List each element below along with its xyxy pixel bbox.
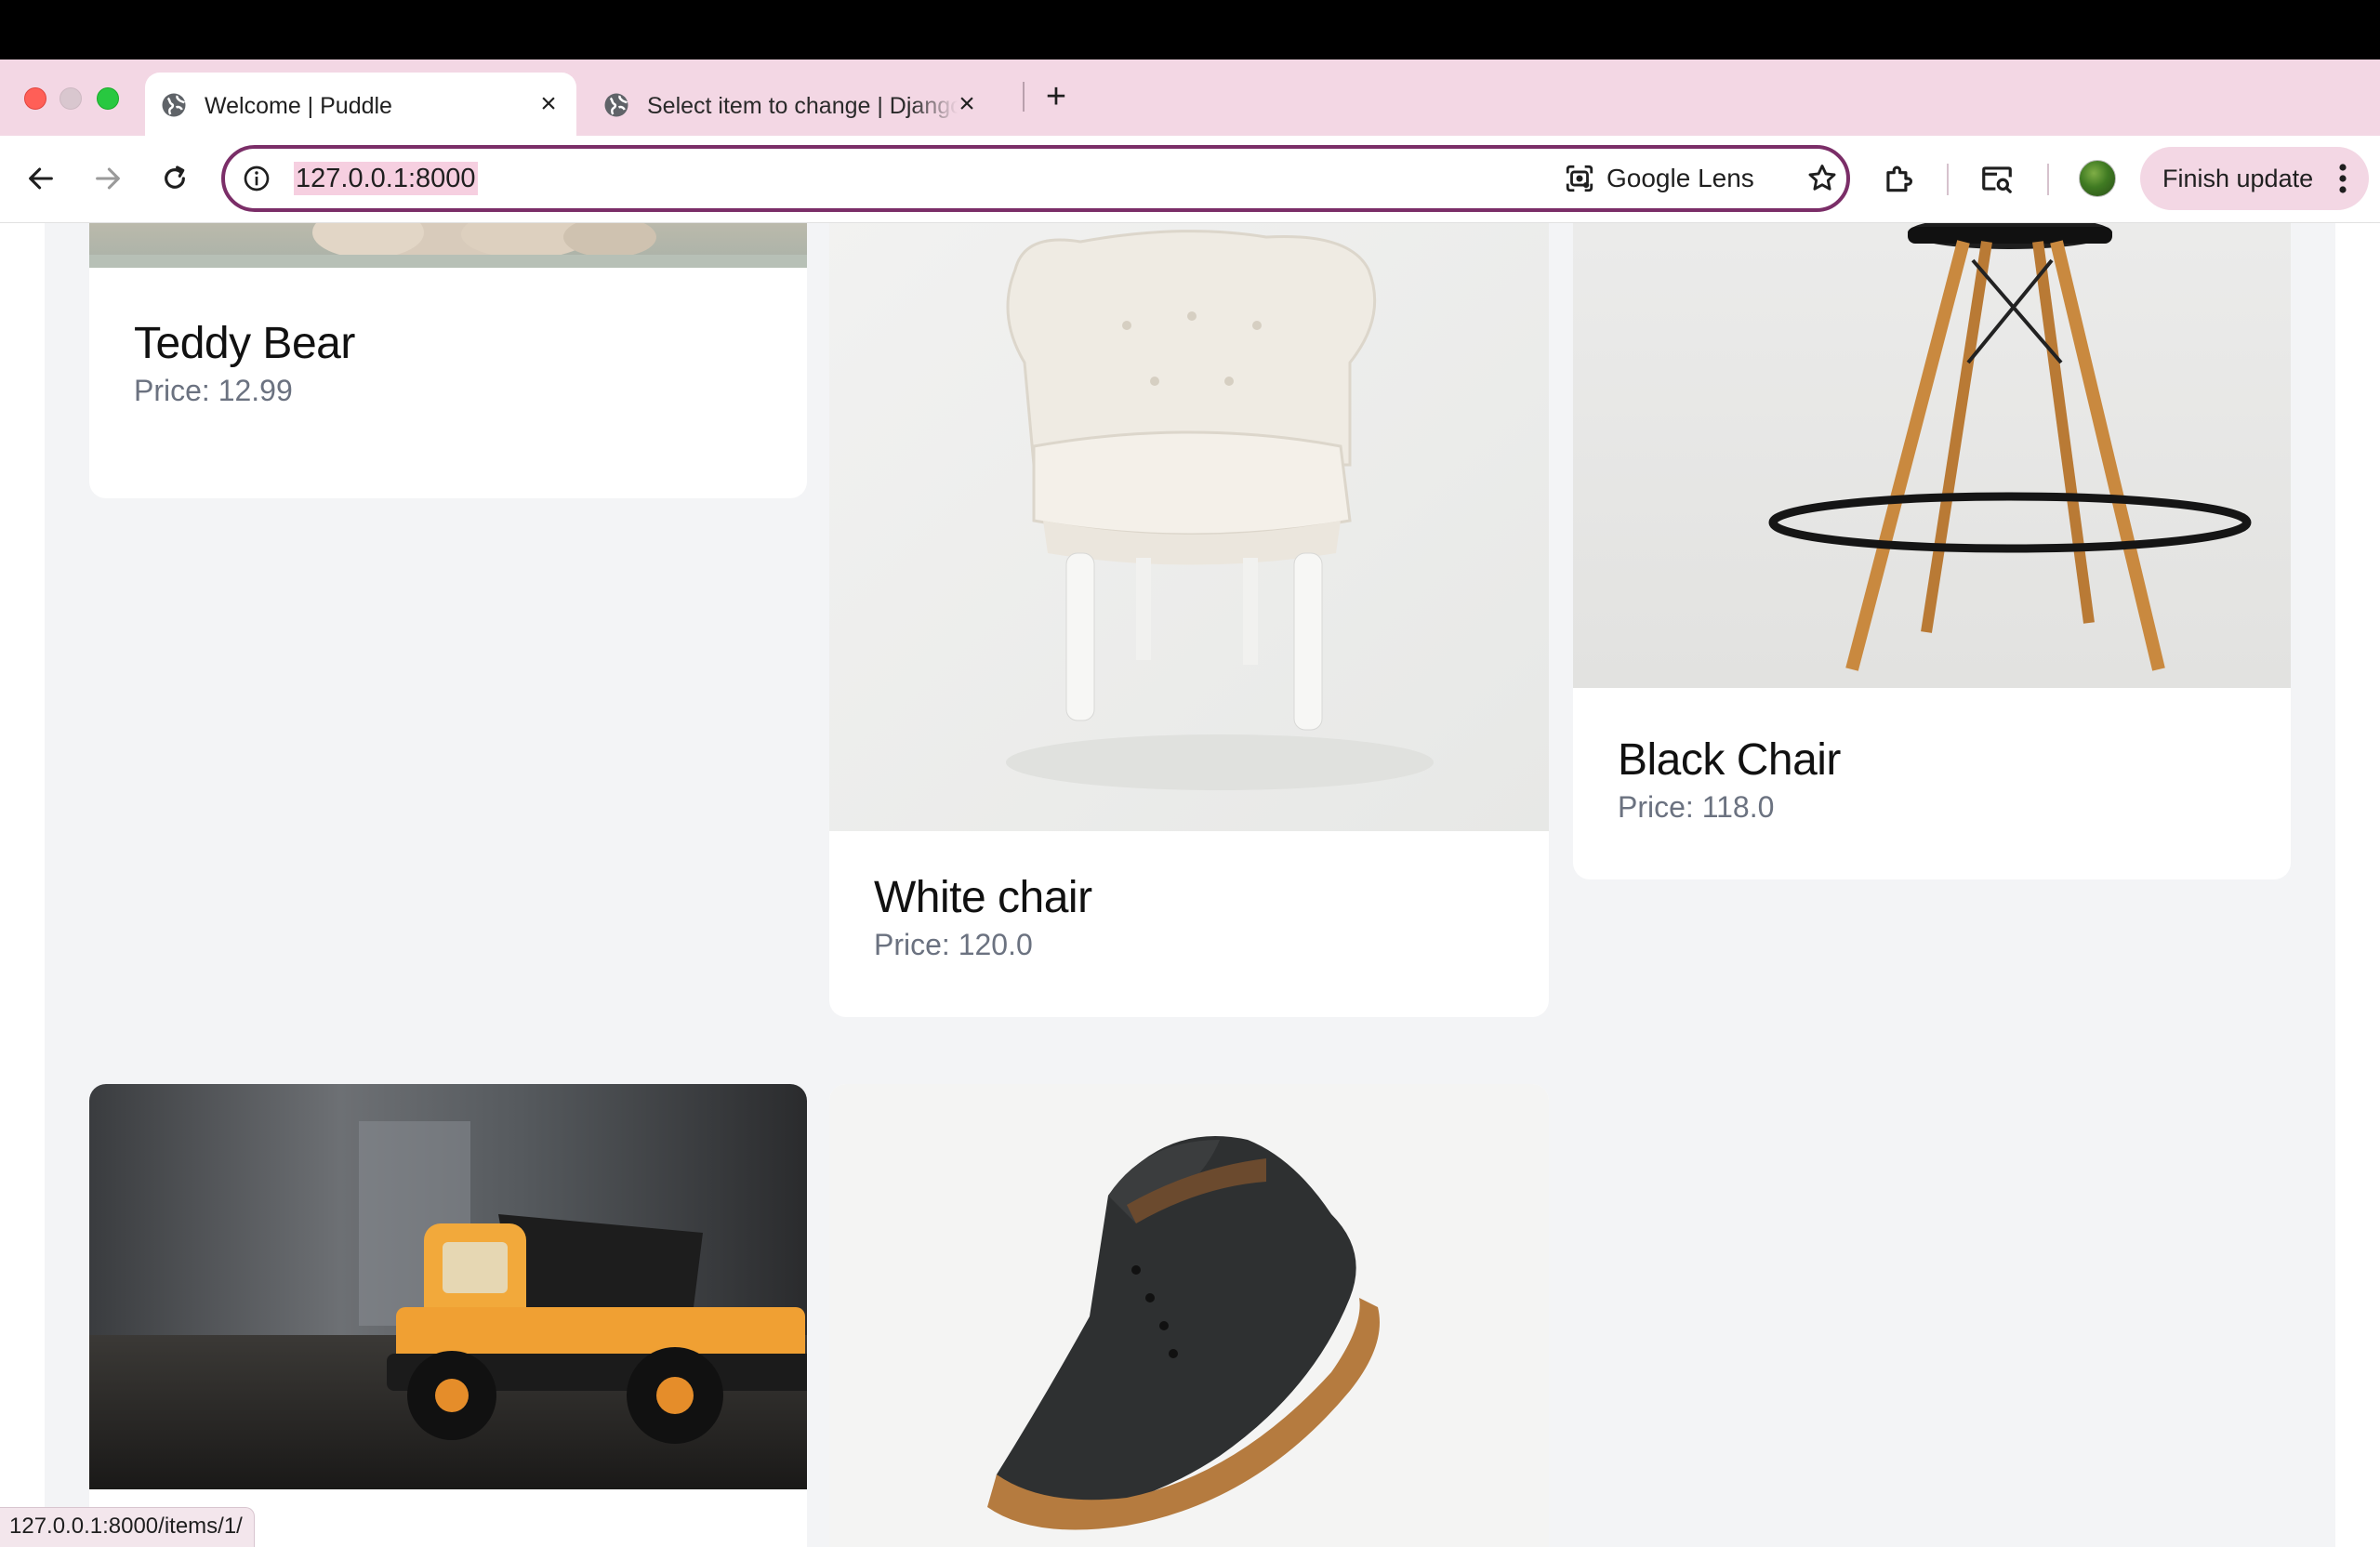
info-icon[interactable] — [242, 164, 271, 193]
toolbar-separator — [2047, 164, 2049, 195]
kebab-menu-icon — [2339, 164, 2347, 193]
forward-button[interactable] — [89, 160, 126, 197]
tab-separator — [1023, 82, 1025, 112]
item-card-black-chair[interactable]: Black Chair Price: 118.0 — [1573, 223, 2291, 879]
tab-django-admin[interactable]: Select item to change | Django site admi… — [591, 73, 991, 136]
address-bar[interactable]: 127.0.0.1:8000 Google Lens — [221, 145, 1850, 212]
profile-avatar[interactable] — [2079, 160, 2116, 197]
item-card-toy-truck[interactable] — [89, 1084, 807, 1547]
item-name: Teddy Bear — [134, 319, 355, 368]
page-viewport: Teddy Bear Price: 12.99 White chair Pric… — [0, 223, 2380, 1547]
extensions-button[interactable] — [1878, 158, 1919, 199]
item-price: Price: 12.99 — [134, 374, 293, 407]
item-card-white-chair[interactable]: White chair Price: 120.0 — [829, 223, 1549, 1017]
arrow-left-icon — [29, 167, 53, 190]
close-icon[interactable]: × — [536, 88, 562, 119]
screen-top-bar — [0, 0, 2380, 60]
item-card-shoe[interactable] — [829, 1084, 1549, 1547]
tab-strip: Welcome | Puddle × Select item to change… — [0, 60, 2380, 136]
arrow-right-icon — [96, 167, 120, 190]
toy-truck-image — [89, 1084, 807, 1489]
shoe-image — [829, 1084, 1549, 1547]
tab-title: Select item to change | Django site admi… — [647, 93, 958, 119]
black-chair-image — [1573, 223, 2291, 688]
window-close-button[interactable] — [24, 87, 46, 110]
close-icon[interactable]: × — [954, 88, 980, 119]
reload-icon — [165, 165, 185, 189]
tab-title: Welcome | Puddle — [205, 93, 392, 119]
teddy-bear-image — [89, 223, 807, 268]
globe-icon — [604, 93, 628, 117]
item-name: White chair — [874, 873, 1092, 922]
tab-search-icon — [1982, 166, 2012, 193]
google-lens-label: Google Lens — [1606, 164, 1754, 192]
puzzle-icon — [1886, 165, 1912, 192]
toolbar-separator — [1947, 164, 1949, 195]
finish-update-button[interactable]: Finish update — [2140, 147, 2369, 210]
url-text[interactable]: 127.0.0.1:8000 — [294, 162, 478, 195]
reload-button[interactable] — [156, 160, 193, 197]
item-price: Price: 120.0 — [874, 928, 1033, 961]
tab-search-button[interactable] — [1977, 158, 2017, 199]
item-name: Black Chair — [1618, 735, 1841, 785]
item-price: Price: 118.0 — [1618, 790, 1775, 824]
google-lens-button[interactable]: Google Lens — [1564, 162, 1754, 195]
link-status-bar: 127.0.0.1:8000/items/1/ — [0, 1507, 255, 1547]
tab-welcome-puddle[interactable]: Welcome | Puddle × — [145, 73, 576, 136]
browser-toolbar: 127.0.0.1:8000 Google Lens Finish update — [0, 136, 2380, 223]
star-icon[interactable] — [1805, 162, 1839, 195]
google-lens-icon — [1566, 165, 1593, 192]
white-chair-image — [829, 223, 1549, 831]
globe-icon — [162, 93, 186, 117]
finish-update-label: Finish update — [2162, 164, 2314, 192]
new-tab-button[interactable]: + — [1038, 77, 1075, 116]
item-card-teddy-bear[interactable]: Teddy Bear Price: 12.99 — [89, 223, 807, 498]
back-button[interactable] — [22, 160, 60, 197]
window-zoom-button[interactable] — [97, 87, 119, 110]
window-minimize-button[interactable] — [60, 87, 82, 110]
